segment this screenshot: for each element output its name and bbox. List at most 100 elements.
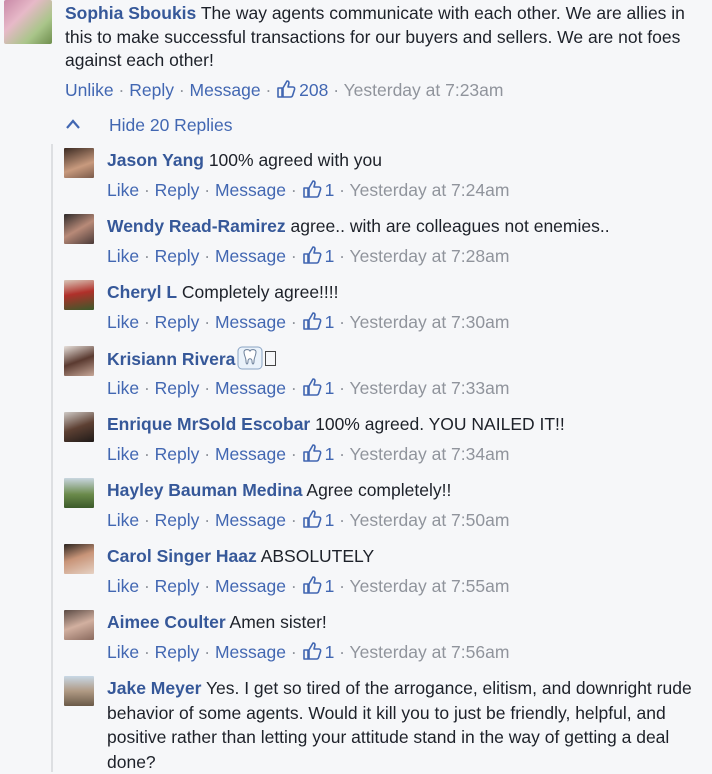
reply-link[interactable]: Reply	[155, 642, 200, 662]
reply-link[interactable]: Reply	[155, 246, 200, 266]
avatar[interactable]	[64, 610, 94, 640]
avatar[interactable]	[64, 148, 94, 178]
avatar[interactable]	[64, 280, 94, 310]
reply-link[interactable]: Reply	[155, 378, 200, 398]
thumbs-up-icon	[302, 312, 322, 330]
unlike-link[interactable]: Unlike	[65, 80, 114, 100]
reply-link[interactable]: Reply	[155, 180, 200, 200]
like-link[interactable]: Like	[107, 444, 139, 464]
thread-line	[51, 144, 53, 772]
message-link[interactable]: Message	[190, 80, 261, 100]
like-link[interactable]: Like	[107, 576, 139, 596]
reply-text: 100% agreed with you	[208, 150, 382, 170]
reply-actions: Like · Reply · Message · 1 · Yesterday a…	[107, 311, 509, 333]
avatar[interactable]	[64, 346, 94, 376]
like-link[interactable]: Like	[107, 510, 139, 530]
reply-link[interactable]: Reply	[129, 80, 174, 100]
like-count[interactable]: 208	[276, 80, 328, 100]
like-count[interactable]: 1	[302, 444, 334, 464]
reply-text: ABSOLUTELY	[260, 546, 375, 566]
separator: ·	[333, 80, 344, 100]
timestamp[interactable]: Yesterday at 7:33am	[350, 378, 510, 398]
message-link[interactable]: Message	[215, 246, 286, 266]
separator: ·	[286, 642, 302, 662]
separator: ·	[199, 180, 215, 200]
like-link[interactable]: Like	[107, 378, 139, 398]
thumbs-up-icon	[302, 642, 322, 660]
thumbs-up-icon	[302, 576, 322, 594]
like-count-value: 1	[324, 312, 335, 332]
message-link[interactable]: Message	[215, 378, 286, 398]
like-count-value: 1	[324, 180, 335, 200]
comment-author[interactable]: Sophia Sboukis	[65, 3, 196, 23]
message-link[interactable]: Message	[215, 312, 286, 332]
reply-link[interactable]: Reply	[155, 576, 200, 596]
reply-body: Carol Singer Haaz ABSOLUTELY	[107, 544, 697, 569]
like-link[interactable]: Like	[107, 246, 139, 266]
like-count[interactable]: 1	[302, 180, 335, 200]
avatar[interactable]	[64, 544, 94, 574]
thumbs-up-icon	[302, 246, 322, 264]
reply-author[interactable]: Aimee Coulter	[107, 612, 226, 632]
separator: ·	[139, 510, 155, 530]
chevron-up-icon	[66, 119, 80, 129]
like-count[interactable]: 1	[302, 312, 335, 332]
reply-author[interactable]: Carol Singer Haaz	[107, 546, 257, 566]
separator: ·	[139, 444, 155, 464]
like-count-value: 1	[324, 378, 335, 398]
reply-link[interactable]: Reply	[155, 312, 200, 332]
separator: ·	[199, 444, 215, 464]
reply-author[interactable]: Hayley Bauman Medina	[107, 480, 302, 500]
avatar[interactable]	[64, 478, 94, 508]
like-count[interactable]: 1	[302, 378, 335, 398]
message-link[interactable]: Message	[215, 642, 286, 662]
timestamp[interactable]: Yesterday at 7:34am	[350, 444, 510, 464]
separator: ·	[139, 180, 155, 200]
like-count[interactable]: 1	[302, 246, 334, 266]
reply-author[interactable]: Wendy Read-Ramirez	[107, 216, 286, 236]
comment-actions: Unlike · Reply · Message · 208 · Yesterd…	[65, 79, 503, 101]
avatar[interactable]	[64, 412, 94, 442]
like-link[interactable]: Like	[107, 312, 139, 332]
message-link[interactable]: Message	[215, 576, 286, 596]
missing-glyph-icon	[265, 351, 277, 366]
timestamp[interactable]: Yesterday at 7:56am	[350, 642, 510, 662]
avatar[interactable]	[64, 214, 94, 244]
avatar[interactable]	[64, 676, 94, 706]
message-link[interactable]: Message	[215, 510, 286, 530]
separator: ·	[139, 246, 155, 266]
like-count[interactable]: 1	[302, 576, 335, 596]
like-count[interactable]: 1	[302, 510, 334, 530]
timestamp[interactable]: Yesterday at 7:30am	[350, 312, 510, 332]
separator: ·	[199, 642, 215, 662]
timestamp[interactable]: Yesterday at 7:50am	[350, 510, 510, 530]
separator: ·	[199, 378, 215, 398]
reply-body: Cheryl L Completely agree!!!!	[107, 280, 697, 305]
separator: ·	[286, 510, 302, 530]
reply-author[interactable]: Jason Yang	[107, 150, 204, 170]
hide-replies-toggle[interactable]: Hide 20 Replies	[65, 115, 233, 136]
timestamp[interactable]: Yesterday at 7:24am	[350, 180, 510, 200]
like-count-value: 1	[324, 576, 335, 596]
reply-link[interactable]: Reply	[155, 510, 200, 530]
like-link[interactable]: Like	[107, 180, 139, 200]
like-link[interactable]: Like	[107, 642, 139, 662]
timestamp[interactable]: Yesterday at 7:55am	[350, 576, 510, 596]
reply-actions: Like · Reply · Message · 1 · Yesterday a…	[107, 245, 509, 267]
reply-text: Amen sister!	[229, 612, 327, 632]
reply-text: Agree completely!!	[306, 480, 452, 500]
message-link[interactable]: Message	[215, 444, 286, 464]
reply-author[interactable]: Jake Meyer	[107, 678, 201, 698]
reply-author[interactable]: Enrique MrSold Escobar	[107, 414, 310, 434]
message-link[interactable]: Message	[215, 180, 286, 200]
reply-author[interactable]: Cheryl L	[107, 282, 177, 302]
reply-body: Hayley Bauman Medina Agree completely!!	[107, 478, 697, 503]
like-count[interactable]: 1	[302, 642, 334, 662]
reply-link[interactable]: Reply	[155, 444, 200, 464]
separator: ·	[118, 80, 130, 100]
timestamp[interactable]: Yesterday at 7:23am	[344, 80, 504, 100]
avatar[interactable]	[4, 0, 52, 44]
timestamp[interactable]: Yesterday at 7:28am	[350, 246, 510, 266]
reply-body: Enrique MrSold Escobar 100% agreed. YOU …	[107, 412, 697, 437]
reply-author[interactable]: Krisiann Rivera	[107, 349, 235, 369]
